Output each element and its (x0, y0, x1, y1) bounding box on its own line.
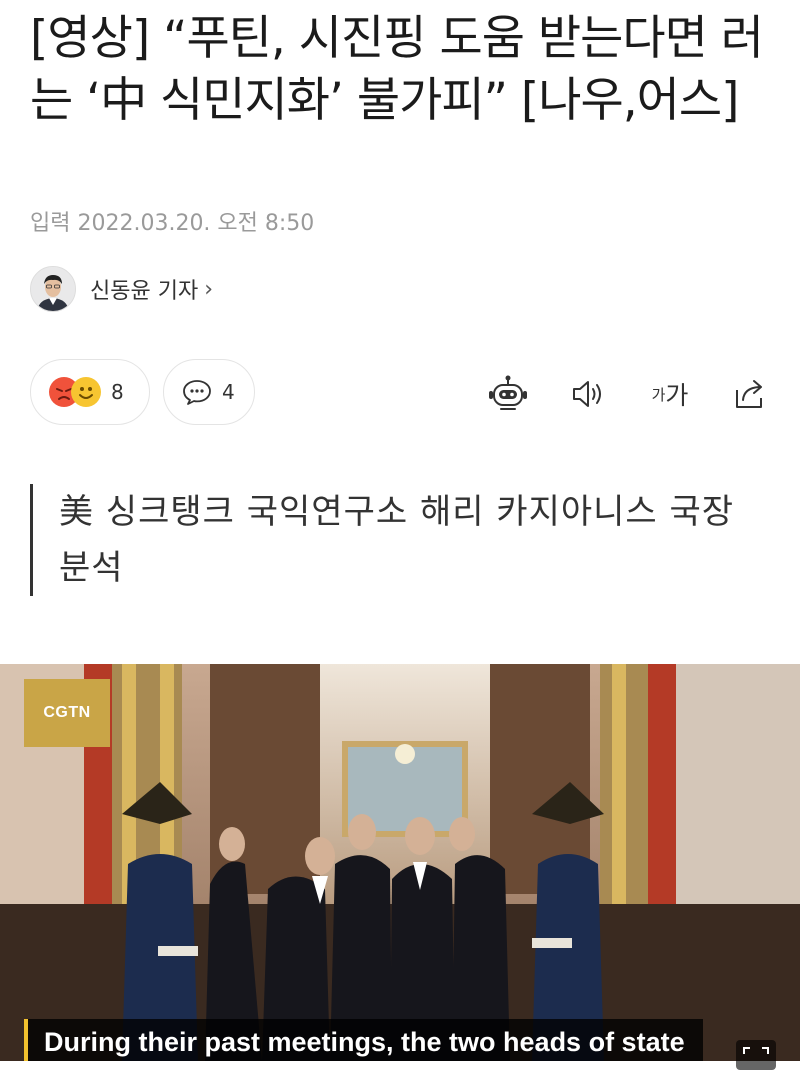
smile-emoji-icon (71, 377, 101, 407)
reporter-avatar (30, 266, 76, 312)
reporter-link[interactable]: 신동윤 기자 › (30, 266, 213, 312)
comment-button[interactable]: 4 (163, 359, 255, 425)
cgtn-logo: CGTN (24, 679, 110, 747)
reaction-button[interactable]: 8 (30, 359, 150, 425)
comment-count: 4 (222, 380, 235, 404)
reaction-count: 8 (111, 380, 124, 404)
expand-icon[interactable] (736, 1040, 776, 1070)
font-size-icon[interactable]: 가가 (646, 372, 694, 416)
comment-icon (182, 378, 212, 406)
video-frame (0, 664, 800, 1061)
video-player[interactable]: CGTN During their past meetings, the two… (0, 664, 800, 1061)
chevron-right-icon: › (204, 276, 214, 302)
share-icon[interactable] (728, 372, 772, 416)
article-headline: [영상] “푸틴, 시진핑 도움 받는다면 러는 ‘中 식민지화’ 불가피” [… (30, 11, 764, 128)
font-size-large-label: 가 (665, 381, 689, 410)
speaker-icon[interactable] (566, 372, 610, 416)
font-size-small-label: 가 (651, 385, 666, 404)
robot-icon[interactable] (486, 372, 530, 416)
article-subhead: 美 싱크탱크 국익연구소 해리 카지아니스 국장 분석 (30, 484, 770, 596)
publish-date: 입력 2022.03.20. 오전 8:50 (30, 211, 315, 236)
reporter-name: 신동윤 기자 (90, 279, 199, 304)
video-caption: During their past meetings, the two head… (24, 1019, 703, 1061)
